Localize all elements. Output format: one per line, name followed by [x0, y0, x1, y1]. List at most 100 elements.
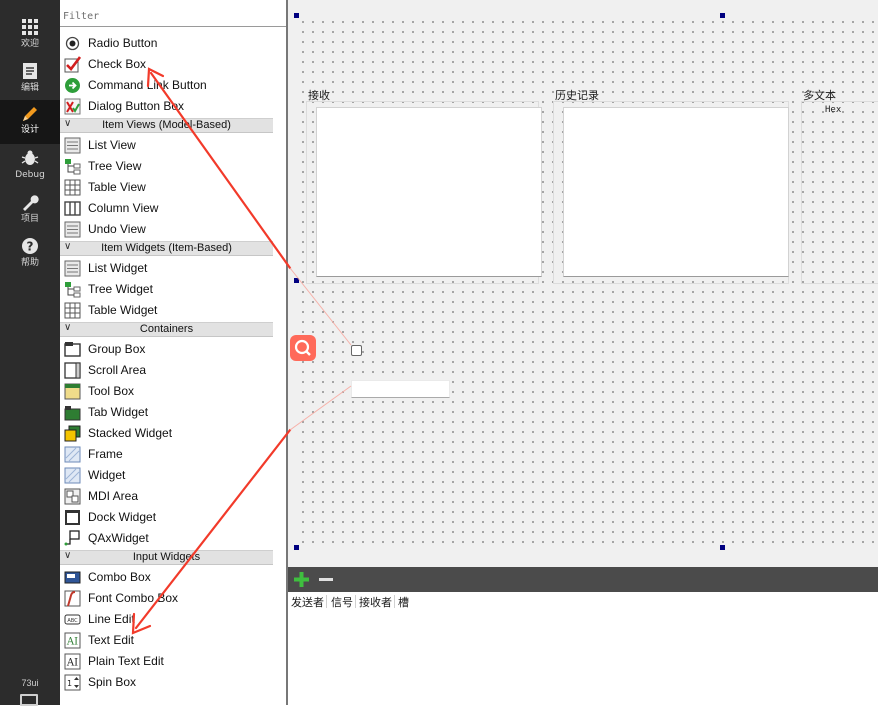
- group-box-history[interactable]: 历史记录: [553, 87, 789, 284]
- widget-item[interactable]: Stacked Widget: [60, 423, 273, 444]
- widget-item[interactable]: Combo Box: [60, 567, 273, 588]
- widget-item[interactable]: Dialog Button Box: [60, 96, 273, 117]
- radio-button-icon: [65, 36, 80, 51]
- widget-item[interactable]: Tree View: [60, 156, 273, 177]
- widget-item-label: Stacked Widget: [88, 426, 173, 440]
- category-header[interactable]: ∨ Item Views (Model-Based): [60, 118, 273, 133]
- mode-debug[interactable]: Debug: [0, 145, 60, 189]
- widget-item-label: Radio Button: [88, 36, 158, 50]
- widget-item[interactable]: Command Link Button: [60, 75, 273, 96]
- search-badge[interactable]: [290, 335, 316, 361]
- svg-text:ABC: ABC: [67, 618, 78, 624]
- widget-item-label: Plain Text Edit: [88, 654, 164, 668]
- mode-welcome[interactable]: 欢迎: [0, 14, 60, 58]
- tree-view-icon: [65, 159, 81, 175]
- list-widget-icon: [64, 260, 81, 277]
- svg-text:AI: AI: [66, 637, 78, 648]
- canvas-line-edit[interactable]: [351, 380, 450, 398]
- hex-label: Hex: [825, 105, 842, 115]
- form-canvas[interactable]: 接收 历史记录 多文本 Hex: [296, 15, 878, 548]
- mode-help[interactable]: ? 帮助: [0, 233, 60, 277]
- signal-slot-editor: 发送者 信号 接收者 槽: [288, 592, 878, 705]
- widget-item[interactable]: Undo View: [60, 219, 273, 240]
- widget-item-label: Frame: [88, 447, 123, 461]
- mode-projects[interactable]: 项目: [0, 189, 60, 233]
- check-box-icon: [64, 56, 81, 73]
- column-slot[interactable]: 槽: [398, 594, 409, 610]
- widget-item[interactable]: Radio Button: [60, 33, 273, 54]
- widget-item[interactable]: 1 Spin Box: [60, 672, 273, 693]
- filter-input[interactable]: [60, 7, 270, 25]
- table-widget-icon: [64, 302, 81, 319]
- widget-item[interactable]: Frame: [60, 444, 273, 465]
- canvas-check-box[interactable]: [351, 345, 362, 356]
- remove-connection-icon[interactable]: [319, 578, 333, 581]
- kit-selector-label[interactable]: 73ui: [0, 678, 60, 688]
- column-receiver[interactable]: 接收者: [359, 594, 392, 610]
- column-sender[interactable]: 发送者: [291, 594, 324, 610]
- widget-item-label: Table Widget: [88, 303, 158, 317]
- widget-item[interactable]: Tool Box: [60, 381, 273, 402]
- selection-handle[interactable]: [294, 278, 299, 283]
- widget-item-label: Line Edit: [88, 612, 135, 626]
- line-edit-icon: ABC: [64, 614, 81, 625]
- list-view-icon: [64, 137, 81, 154]
- tab-widget-icon: [64, 406, 81, 421]
- widget-item[interactable]: List Widget: [60, 258, 273, 279]
- monitor-icon[interactable]: [20, 694, 38, 706]
- group-box-receive[interactable]: 接收: [306, 87, 542, 284]
- widget-item[interactable]: Font Combo Box: [60, 588, 273, 609]
- selection-handle[interactable]: [720, 13, 725, 18]
- widget-item[interactable]: AI Plain Text Edit: [60, 651, 273, 672]
- category-label: Input Widgets: [132, 551, 201, 563]
- widget-item[interactable]: Widget: [60, 465, 273, 486]
- widget-item[interactable]: MDI Area: [60, 486, 273, 507]
- widget-item-label: Table View: [88, 180, 146, 194]
- widget-item-label: Tree Widget: [88, 282, 153, 296]
- dock-widget-icon: [65, 510, 80, 525]
- category-label: Containers: [139, 323, 194, 335]
- svg-text:AI: AI: [66, 658, 78, 669]
- design-area: 接收 历史记录 多文本 Hex: [288, 0, 878, 567]
- widget-item[interactable]: List View: [60, 135, 273, 156]
- help-icon: ?: [0, 233, 60, 257]
- category-header[interactable]: ∨ Containers: [60, 322, 273, 337]
- mode-design[interactable]: 设计: [0, 100, 60, 144]
- widget-item[interactable]: Table View: [60, 177, 273, 198]
- widget-item[interactable]: AI Text Edit: [60, 630, 273, 651]
- widget-item[interactable]: QAxWidget: [60, 528, 273, 549]
- column-signal[interactable]: 信号: [331, 594, 353, 610]
- widget-box: Radio Button Check Box Command Link Button…: [60, 0, 348, 705]
- widget-item[interactable]: Group Box: [60, 339, 273, 360]
- widget-item[interactable]: Tree Widget: [60, 279, 273, 300]
- receive-text-edit[interactable]: [316, 107, 542, 277]
- plain-text-edit-icon: AI: [64, 653, 81, 670]
- widget-item-label: Command Link Button: [88, 78, 207, 92]
- scroll-area-icon: [64, 362, 81, 379]
- widget-item[interactable]: Dock Widget: [60, 507, 273, 528]
- mdi-area-icon: [64, 488, 81, 505]
- widget-item[interactable]: Table Widget: [60, 300, 273, 321]
- selection-handle[interactable]: [294, 13, 299, 18]
- history-text-edit[interactable]: [563, 107, 789, 277]
- widget-item[interactable]: Check Box: [60, 54, 273, 75]
- category-header[interactable]: ∨ Input Widgets: [60, 550, 273, 565]
- spin-box-icon: 1: [64, 674, 81, 691]
- widget-item-label: Spin Box: [88, 675, 137, 689]
- widget-item-label: Tool Box: [88, 384, 135, 398]
- widget-item[interactable]: Tab Widget: [60, 402, 273, 423]
- mode-edit[interactable]: 编辑: [0, 58, 60, 102]
- group-box-multitext[interactable]: 多文本 Hex: [801, 87, 878, 284]
- widget-icon: [64, 467, 81, 484]
- widget-item[interactable]: ABC Line Edit: [60, 609, 273, 630]
- widget-item-label: Combo Box: [88, 570, 151, 584]
- stacked-widget-icon: [64, 425, 81, 442]
- group-box-icon: [64, 342, 81, 357]
- widget-item[interactable]: Scroll Area: [60, 360, 273, 381]
- add-connection-icon[interactable]: [294, 572, 309, 587]
- category-header[interactable]: ∨ Item Widgets (Item-Based): [60, 241, 273, 256]
- selection-handle[interactable]: [720, 545, 725, 550]
- selection-handle[interactable]: [294, 545, 299, 550]
- widget-item[interactable]: Column View: [60, 198, 273, 219]
- widget-item-label: Font Combo Box: [88, 591, 179, 605]
